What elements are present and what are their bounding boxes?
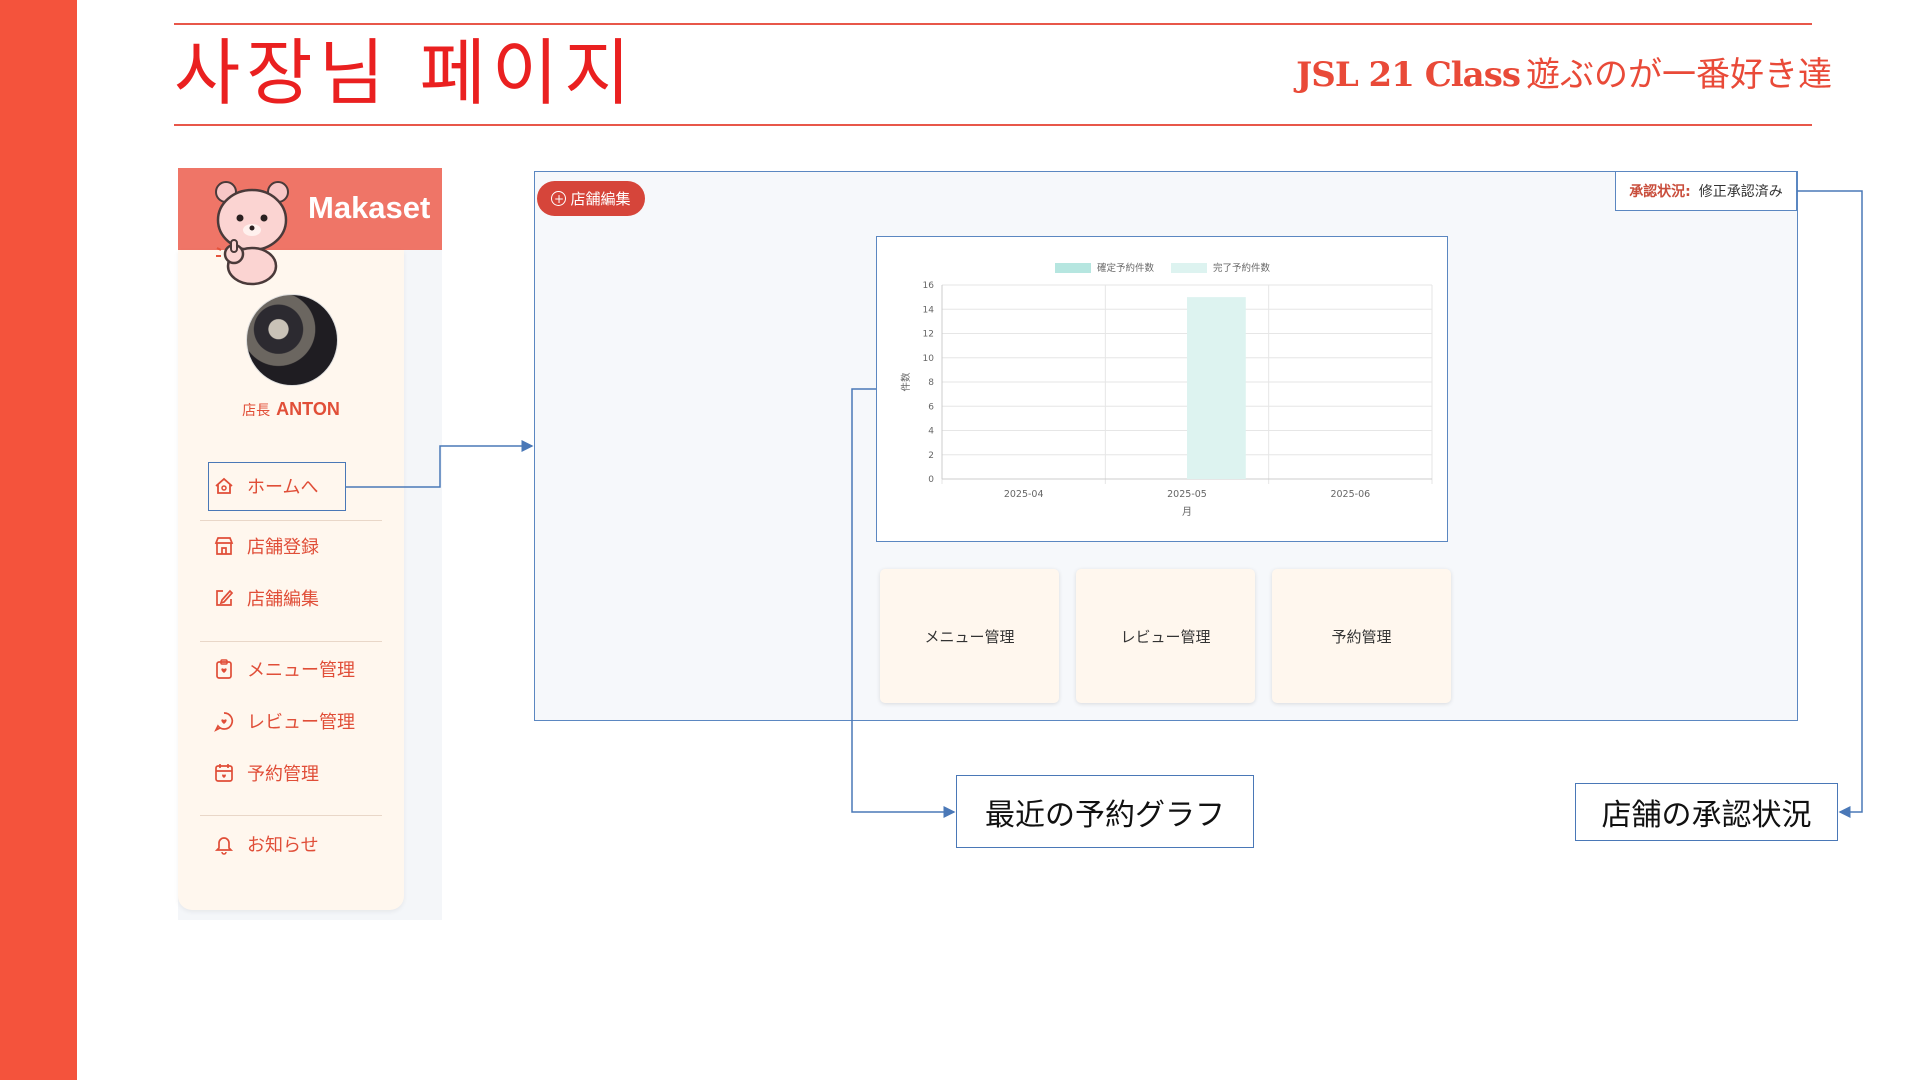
callout-store-approval-status: 店舗の承認状況 <box>1575 783 1838 841</box>
status-to-callout-connector <box>1797 190 1863 818</box>
home-to-panel-connector <box>346 440 534 488</box>
connector-lines <box>346 190 1863 818</box>
callout-recent-reservation-graph: 最近の予約グラフ <box>956 775 1254 848</box>
chart-to-callout-connector <box>851 388 956 818</box>
